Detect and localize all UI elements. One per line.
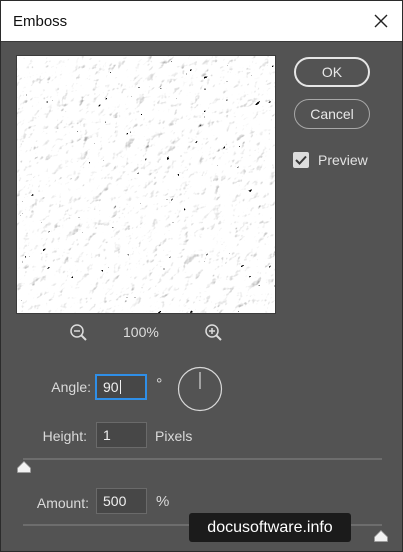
preview-image[interactable]: [16, 55, 276, 314]
amount-value: 500: [103, 493, 127, 509]
angle-unit: °: [156, 376, 163, 393]
height-input[interactable]: 1: [96, 422, 147, 448]
emboss-texture: [17, 56, 275, 313]
zoom-in-button[interactable]: [204, 323, 224, 343]
height-label: Height:: [42, 428, 87, 444]
preview-checkbox[interactable]: [293, 152, 309, 168]
amount-unit: %: [156, 493, 170, 510]
zoom-level: 100%: [123, 324, 159, 340]
slider-thumb-icon: [374, 529, 388, 542]
angle-dial[interactable]: [177, 366, 223, 412]
close-button[interactable]: [366, 7, 396, 35]
dialog-title: Emboss: [13, 13, 68, 30]
height-slider-track[interactable]: [23, 458, 382, 460]
text-caret: [119, 380, 121, 394]
angle-label: Angle:: [51, 379, 91, 395]
amount-input[interactable]: 500: [96, 488, 147, 514]
height-slider-thumb[interactable]: [17, 460, 31, 473]
ok-button[interactable]: OK: [294, 57, 370, 87]
check-icon: [295, 155, 307, 165]
preview-toggle[interactable]: Preview: [293, 152, 368, 168]
preview-label: Preview: [318, 152, 368, 168]
slider-thumb-icon: [17, 460, 31, 473]
angle-dial-icon: [177, 366, 223, 412]
close-icon: [374, 14, 388, 28]
angle-value: 90: [103, 379, 119, 395]
zoom-out-button[interactable]: [69, 323, 89, 343]
cancel-button[interactable]: Cancel: [294, 99, 370, 129]
height-value: 1: [103, 427, 111, 443]
amount-label: Amount:: [36, 495, 89, 511]
angle-input[interactable]: 90: [95, 374, 147, 400]
zoom-out-icon: [70, 324, 87, 341]
amount-slider-thumb[interactable]: [374, 529, 388, 542]
title-bar: Emboss: [1, 1, 402, 42]
zoom-in-icon: [205, 324, 222, 341]
watermark: docusoftware.info: [189, 513, 351, 542]
height-unit: Pixels: [155, 428, 193, 444]
